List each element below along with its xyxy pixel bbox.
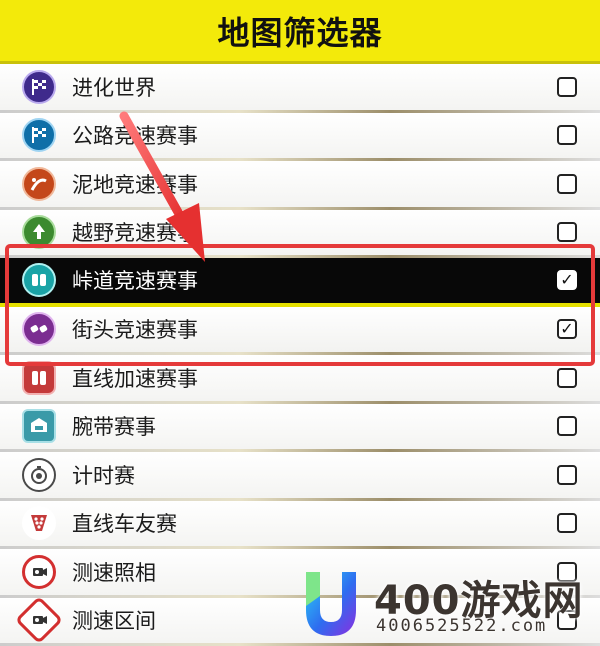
- filter-row-wristband[interactable]: 腕带赛事: [0, 404, 600, 453]
- filter-label: 进化世界: [72, 72, 156, 102]
- u-logo-icon: [298, 566, 364, 640]
- filter-checkbox[interactable]: [557, 222, 577, 242]
- filter-checkbox[interactable]: [557, 368, 577, 388]
- wristband-icon: [22, 409, 56, 443]
- filter-checkbox[interactable]: [557, 125, 577, 145]
- site-watermark: 400游戏网 4006525522.com: [298, 560, 598, 644]
- filter-checkbox-checked[interactable]: ✓: [557, 270, 577, 290]
- filter-label: 直线加速赛事: [72, 363, 198, 393]
- filter-label: 测速照相: [72, 557, 156, 587]
- page-title: 地图筛选器: [217, 8, 382, 54]
- filter-row-time-trial[interactable]: 计时赛: [0, 452, 600, 501]
- filter-row-offroad-racing[interactable]: 越野竞速赛事: [0, 210, 600, 259]
- filter-row-drag-meetup[interactable]: 直线车友赛: [0, 501, 600, 550]
- filter-label: 公路竞速赛事: [72, 120, 198, 150]
- filter-label: 泥地竞速赛事: [72, 169, 198, 199]
- filter-row-drag-racing[interactable]: 直线加速赛事: [0, 355, 600, 404]
- filter-label: 直线车友赛: [72, 508, 177, 538]
- filter-checkbox[interactable]: [557, 174, 577, 194]
- filter-checkbox[interactable]: [557, 513, 577, 533]
- filter-checkbox[interactable]: [557, 465, 577, 485]
- filter-label: 计时赛: [72, 460, 135, 490]
- checkered-flag-icon: [22, 70, 56, 104]
- filter-row-dirt-racing[interactable]: 泥地竞速赛事: [0, 161, 600, 210]
- filter-row-street-racing[interactable]: 街头竞速赛事 ✓: [0, 307, 600, 356]
- filter-checkbox[interactable]: [557, 416, 577, 436]
- race-cars-icon: [22, 263, 56, 297]
- tree-icon: [22, 215, 56, 249]
- speed-zone-icon: [15, 596, 63, 644]
- drag-race-icon: [22, 361, 56, 395]
- filter-label: 越野竞速赛事: [72, 217, 198, 247]
- filter-row-evolution-world[interactable]: 进化世界: [0, 64, 600, 113]
- filter-checkbox-checked[interactable]: ✓: [557, 319, 577, 339]
- filter-label: 腕带赛事: [72, 411, 156, 441]
- filter-row-touge-racing[interactable]: 峠道竞速赛事 ✓: [0, 258, 600, 307]
- stopwatch-icon: [22, 458, 56, 492]
- filter-checkbox[interactable]: [557, 77, 577, 97]
- filter-label: 测速区间: [72, 605, 156, 635]
- watermark-url: 4006525522.com: [376, 616, 547, 636]
- dirt-track-icon: [22, 167, 56, 201]
- filter-label: 街头竞速赛事: [72, 314, 198, 344]
- filter-label: 峠道竞速赛事: [72, 265, 198, 295]
- map-filter-header: 地图筛选器: [0, 0, 600, 64]
- drag-tree-icon: [22, 506, 56, 540]
- filter-row-road-racing[interactable]: 公路竞速赛事: [0, 113, 600, 162]
- filter-list: 进化世界 公路竞速赛事 泥地竞速赛事 越野竞速赛事 峠道竞速赛事 ✓ 街: [0, 64, 600, 646]
- street-cars-icon: [22, 312, 56, 346]
- checkered-flag-icon: [22, 118, 56, 152]
- speed-camera-icon: [22, 555, 56, 589]
